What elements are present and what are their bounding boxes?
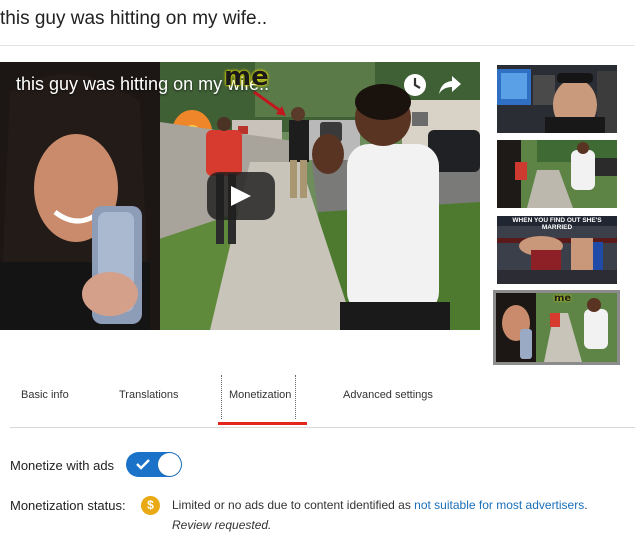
check-icon xyxy=(136,459,150,470)
review-requested-note: Review requested. xyxy=(172,518,272,532)
tab-translations[interactable]: Translations xyxy=(119,389,179,401)
tab-basic-info[interactable]: Basic info xyxy=(21,389,69,401)
dollar-icon: $ xyxy=(141,496,160,515)
monetize-label: Monetize with ads xyxy=(10,458,115,473)
monetization-status-text: Limited or no ads due to content identif… xyxy=(172,498,588,512)
divider xyxy=(0,45,635,46)
tab-monetization[interactable]: Monetization xyxy=(229,389,291,401)
monetization-status-label: Monetization status: xyxy=(10,498,126,513)
focus-outline xyxy=(295,375,296,419)
thumbnail-image xyxy=(497,140,617,208)
page-title: this guy was hitting on my wife.. xyxy=(0,8,268,29)
status-message: Limited or no ads due to content identif… xyxy=(172,498,415,512)
status-period: . xyxy=(584,498,588,512)
not-suitable-link[interactable]: not suitable for most advertisers xyxy=(414,498,584,512)
focus-outline xyxy=(221,375,222,419)
divider xyxy=(10,427,635,428)
tab-advanced-settings[interactable]: Advanced settings xyxy=(343,389,433,401)
toggle-knob xyxy=(158,453,181,476)
video-details-page: this guy was hitting on my wife.. this g… xyxy=(0,0,635,539)
play-button[interactable] xyxy=(207,172,275,220)
thumbnail-image xyxy=(497,65,617,133)
thumbnail-2[interactable] xyxy=(497,140,617,208)
overlay-caption: me xyxy=(224,62,269,92)
play-icon xyxy=(231,186,251,206)
watch-later-icon[interactable] xyxy=(402,72,428,98)
thumbnail-1[interactable] xyxy=(497,65,617,133)
active-tab-indicator xyxy=(218,422,307,425)
thumbnail-caption: me xyxy=(554,293,572,304)
thumbnail-4-selected[interactable]: me xyxy=(493,290,620,365)
settings-tabs: Basic info Translations Monetization Adv… xyxy=(0,375,635,428)
monetize-toggle[interactable] xyxy=(126,452,182,477)
share-icon[interactable] xyxy=(438,74,462,96)
video-player[interactable]: this guy was hitting on my wife.. me xyxy=(0,62,480,330)
thumbnail-caption: WHEN YOU FIND OUT SHE'S MARRIED xyxy=(512,217,602,231)
thumbnail-3[interactable]: WHEN YOU FIND OUT SHE'S MARRIED xyxy=(497,216,617,284)
